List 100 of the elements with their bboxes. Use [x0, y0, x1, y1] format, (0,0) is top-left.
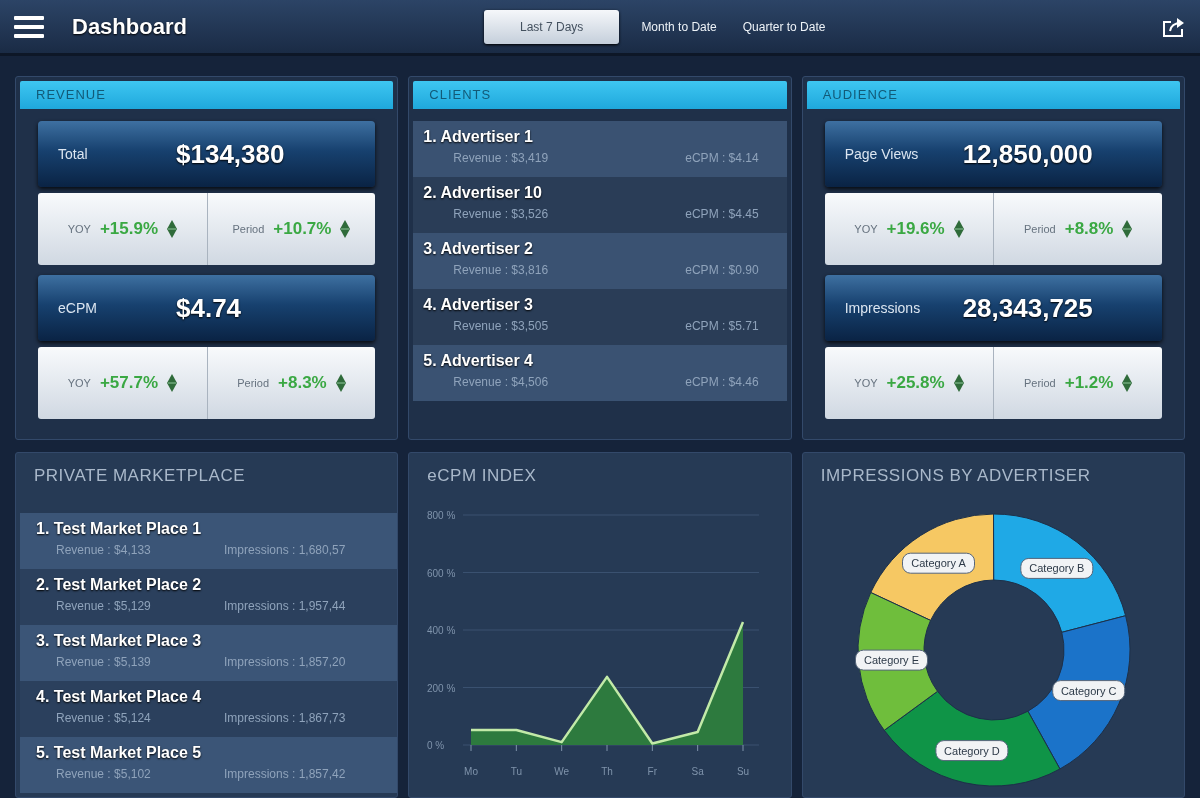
client-row[interactable]: 1. Advertiser 1 Revenue : $3,419 eCPM : $4.14	[413, 121, 787, 177]
slice-label: Category E	[854, 649, 928, 671]
client-row[interactable]: 3. Advertiser 2 Revenue : $3,816 eCPM : $0.90	[413, 233, 787, 289]
period-tab[interactable]: Month to Date	[637, 10, 721, 43]
metric-label: eCPM	[58, 300, 98, 316]
marketplace-row[interactable]: 1. Test Market Place 1 Revenue : $4,133 Impressions : 1,680,57	[20, 513, 398, 569]
marketplace-name: 2. Test Market Place 2	[36, 576, 203, 594]
revenue-text: Revenue : $4,133	[56, 543, 152, 557]
diamond-icon	[167, 220, 177, 238]
slice-label: Category C	[1060, 684, 1117, 697]
period-tab[interactable]: Quarter to Date	[738, 10, 830, 43]
change-value: +10.7%	[273, 219, 332, 239]
revenue-text: Revenue : $3,419	[453, 151, 549, 165]
period-tab[interactable]: Last 7 Days	[484, 9, 620, 44]
impressions-text: Impressions : 1,857,42	[224, 767, 346, 781]
change-value: +15.9%	[99, 219, 158, 239]
slice-label: Category B	[1019, 557, 1093, 579]
slice-label: Category D	[943, 744, 1000, 757]
change-label: YOY	[854, 377, 878, 389]
share-icon[interactable]	[1162, 15, 1186, 38]
change-label: YOY	[854, 223, 878, 235]
axis-label: We	[554, 766, 570, 777]
marketplace-name: 3. Test Market Place 3	[36, 632, 203, 650]
change-label: YOY	[67, 377, 91, 389]
client-name: 4. Advertiser 3	[423, 296, 534, 314]
ecpm-text: eCPM : $0.90	[685, 263, 759, 277]
diamond-icon	[340, 220, 351, 238]
slice-label: Category C	[1051, 680, 1125, 702]
marketplace-name: 4. Test Market Place 4	[36, 688, 203, 706]
client-name: 3. Advertiser 2	[423, 240, 534, 258]
change-value: +19.6%	[886, 219, 945, 239]
axis-label: 0 %	[427, 740, 445, 751]
metric-label: Total	[58, 146, 89, 162]
metric-label: Page Views	[844, 146, 920, 162]
ecpm-text: eCPM : $5.71	[685, 319, 759, 333]
axis-label: 600 %	[427, 567, 456, 579]
axis-label: Su	[737, 766, 750, 777]
client-row[interactable]: 4. Advertiser 3 Revenue : $3,505 eCPM : $5.71	[413, 289, 787, 345]
axis-label: Sa	[691, 766, 705, 777]
section-header: REVENUE	[20, 81, 394, 109]
change-value: +8.8%	[1064, 219, 1114, 239]
change-value: +25.8%	[886, 373, 945, 393]
axis-label: 400 %	[427, 625, 456, 636]
impressions-text: Impressions : 1,867,73	[224, 711, 346, 725]
change-label: Period	[237, 377, 270, 389]
diamond-icon	[953, 374, 964, 392]
revenue-text: Revenue : $5,102	[56, 767, 152, 781]
metric-value: $134,380	[176, 138, 286, 170]
client-name: 2. Advertiser 10	[423, 184, 543, 202]
revenue-text: Revenue : $3,505	[453, 319, 549, 333]
axis-label: 800 %	[427, 510, 456, 521]
marketplace-row[interactable]: 4. Test Market Place 4 Revenue : $5,124 Impressions : 1,867,73	[20, 681, 398, 737]
marketplace-row[interactable]: 5. Test Market Place 5 Revenue : $5,102 Impressions : 1,857,42	[20, 737, 398, 793]
diamond-icon	[953, 220, 964, 238]
change-value: +8.3%	[278, 373, 327, 393]
marketplace-name: 5. Test Market Place 5	[36, 744, 203, 762]
axis-label: Mo	[464, 766, 479, 777]
metric-value: $4.74	[176, 292, 243, 324]
axis-label: Tu	[511, 766, 523, 777]
revenue-text: Revenue : $5,124	[56, 711, 152, 725]
marketplace-name: 1. Test Market Place 1	[36, 520, 203, 538]
metric-label: Impressions	[844, 300, 922, 316]
impressions-text: Impressions : 1,857,20	[224, 655, 346, 669]
menu-icon[interactable]	[14, 15, 44, 38]
ecpm-text: eCPM : $4.46	[685, 375, 759, 389]
revenue-text: Revenue : $5,139	[56, 655, 152, 669]
diamond-icon	[167, 374, 177, 392]
marketplace-row[interactable]: 3. Test Market Place 3 Revenue : $5,139 Impressions : 1,857,20	[20, 625, 398, 681]
slice-label: Category A	[901, 552, 975, 574]
impressions-text: Impressions : 1,957,44	[224, 599, 346, 613]
client-row[interactable]: 5. Advertiser 4 Revenue : $4,506 eCPM : $4.46	[413, 345, 787, 401]
change-label: YOY	[67, 223, 91, 235]
metric-value: 12,850,000	[962, 138, 1094, 170]
slice-label: Category E	[863, 654, 919, 667]
metric-value: 28,343,725	[962, 292, 1094, 324]
diamond-icon	[1122, 220, 1133, 238]
chart-title: eCPM INDEX	[426, 465, 538, 487]
client-name: 1. Advertiser 1	[423, 128, 534, 146]
revenue-text: Revenue : $4,506	[453, 375, 549, 389]
section-header: AUDIENCE	[806, 81, 1180, 109]
client-row[interactable]: 2. Advertiser 10 Revenue : $3,526 eCPM : $4.45	[413, 177, 787, 233]
panel-title: PRIVATE MARKETPLACE	[33, 465, 247, 487]
impressions-text: Impressions : 1,680,57	[224, 543, 346, 557]
client-name: 5. Advertiser 4	[423, 352, 534, 370]
marketplace-row[interactable]: 2. Test Market Place 2 Revenue : $5,129 Impressions : 1,957,44	[20, 569, 398, 625]
app-title: Dashboard	[72, 13, 188, 40]
diamond-icon	[1122, 374, 1133, 392]
change-label: Period	[1023, 377, 1056, 389]
axis-label: Fr	[647, 766, 658, 777]
slice-label: Category B	[1028, 562, 1084, 575]
axis-label: 200 %	[427, 682, 456, 694]
chart-title: IMPRESSIONS BY ADVERTISER	[819, 465, 1092, 487]
slice-label: Category A	[910, 557, 967, 570]
change-label: Period	[1023, 223, 1056, 235]
change-value: +1.2%	[1064, 373, 1114, 393]
change-label: Period	[232, 223, 265, 235]
ecpm-text: eCPM : $4.45	[685, 207, 759, 221]
revenue-text: Revenue : $3,816	[453, 263, 549, 277]
diamond-icon	[335, 374, 346, 392]
section-header: CLIENTS	[413, 81, 787, 109]
